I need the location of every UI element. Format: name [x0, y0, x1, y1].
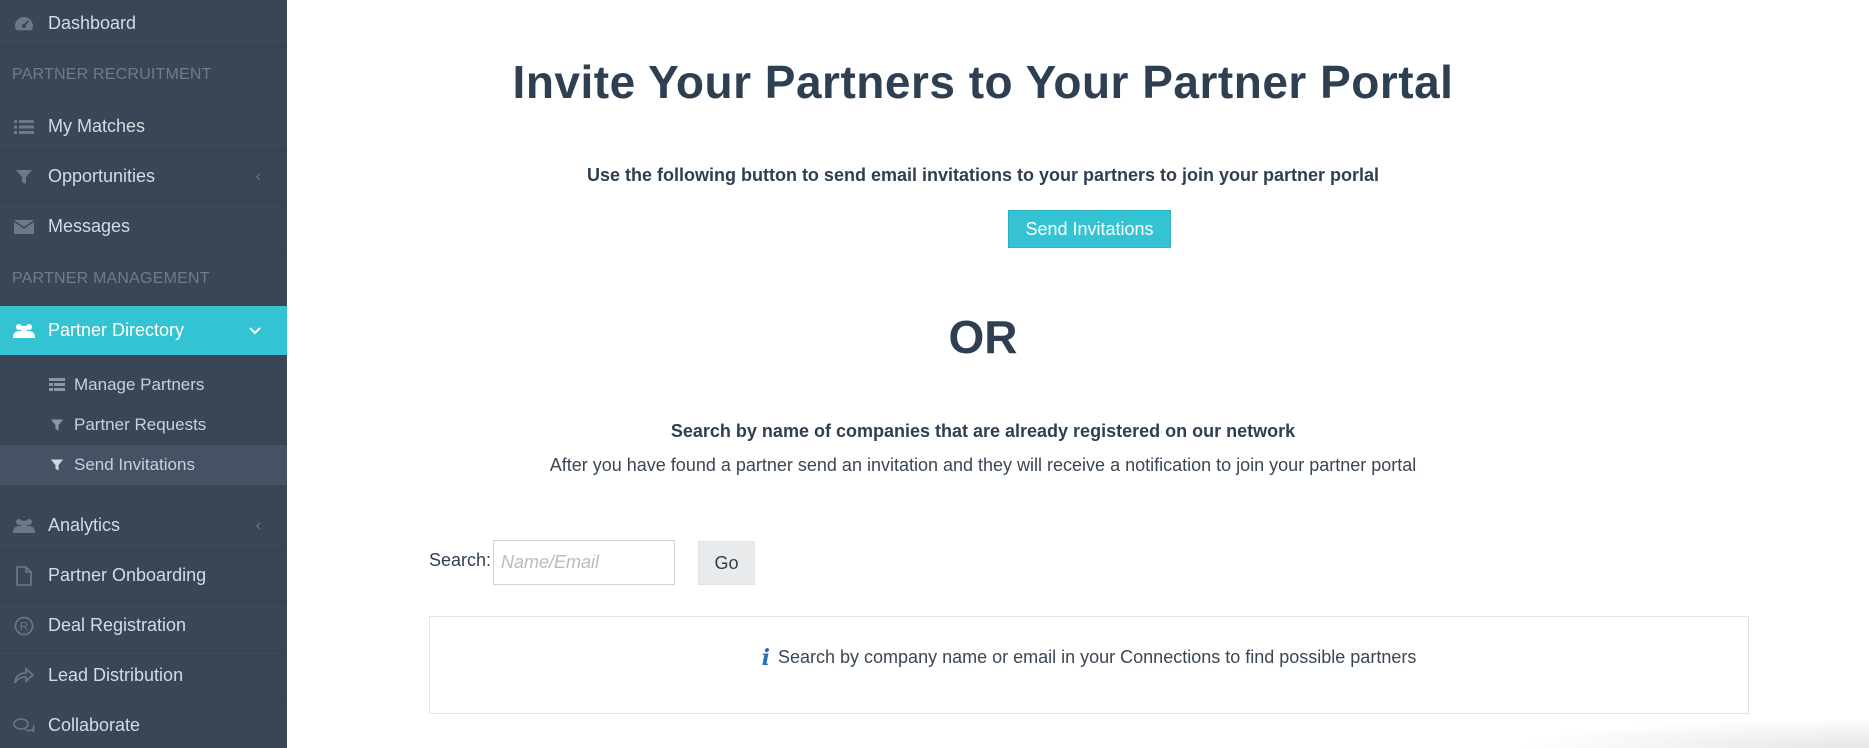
filter-icon [48, 416, 66, 434]
sidebar-item-dashboard[interactable]: Dashboard [0, 0, 287, 48]
sidebar-subitem-label: Manage Partners [74, 375, 205, 394]
sidebar-item-label: Deal Registration [48, 615, 187, 635]
registered-icon: R [12, 614, 36, 638]
corner-shadow [1509, 718, 1869, 748]
sidebar: Dashboard PARTNER RECRUITMENT My Matches… [0, 0, 287, 748]
search-heading: Search by name of companies that are alr… [670, 421, 1296, 441]
sidebar-item-deal-registration[interactable]: R Deal Registration [0, 601, 287, 651]
comments-icon [12, 714, 36, 738]
users-icon [12, 514, 36, 538]
page-title: Invite Your Partners to Your Partner Por… [512, 56, 1454, 108]
table-icon [48, 376, 66, 394]
document-icon [12, 564, 36, 588]
sidebar-item-label: Dashboard [48, 13, 137, 33]
chevron-left-icon: ‹ [255, 516, 261, 534]
sidebar-item-label: Lead Distribution [48, 665, 184, 685]
info-text: Search by company name or email in your … [778, 647, 1417, 667]
search-description: After you have found a partner send an i… [549, 455, 1417, 475]
filter-icon [12, 165, 36, 189]
sidebar-item-label: Opportunities [48, 166, 156, 186]
sidebar-item-my-matches[interactable]: My Matches [0, 102, 287, 152]
sidebar-item-label: Messages [48, 216, 131, 236]
or-divider: OR [948, 311, 1018, 363]
envelope-icon [12, 215, 36, 239]
sidebar-item-lead-distribution[interactable]: Lead Distribution [0, 651, 287, 701]
list-icon [12, 115, 36, 139]
sidebar-item-label: Partner Onboarding [48, 565, 207, 585]
search-label: Search: [429, 550, 492, 570]
filter-icon [48, 456, 66, 474]
sidebar-item-partner-onboarding[interactable]: Partner Onboarding [0, 551, 287, 601]
info-icon: i [761, 645, 770, 671]
main-content: Invite Your Partners to Your Partner Por… [287, 0, 1869, 748]
page-subtitle: Use the following button to send email i… [586, 165, 1380, 185]
info-message: i Search by company name or email in your… [430, 645, 1748, 671]
section-label-management: PARTNER MANAGEMENT [12, 270, 210, 287]
sidebar-item-analytics[interactable]: Analytics ‹ [0, 501, 287, 551]
sidebar-item-collaborate[interactable]: Collaborate [0, 701, 287, 748]
go-button[interactable]: Go [698, 541, 755, 585]
search-input[interactable] [493, 540, 675, 585]
sidebar-subitem-label: Send Invitations [74, 455, 195, 474]
share-icon [12, 664, 36, 688]
sidebar-item-label: My Matches [48, 116, 146, 136]
sidebar-item-label: Collaborate [48, 715, 141, 735]
send-invitations-button[interactable]: Send Invitations [1008, 210, 1171, 248]
svg-text:R: R [20, 619, 29, 633]
sidebar-item-label: Analytics [48, 515, 121, 535]
info-box: i Search by company name or email in your… [429, 616, 1749, 714]
sidebar-item-label: Partner Directory [48, 320, 185, 340]
dashboard-icon [12, 12, 36, 36]
sidebar-subitem-manage-partners[interactable]: Manage Partners [0, 365, 287, 405]
sidebar-item-messages[interactable]: Messages [0, 202, 287, 252]
users-icon [12, 319, 36, 343]
